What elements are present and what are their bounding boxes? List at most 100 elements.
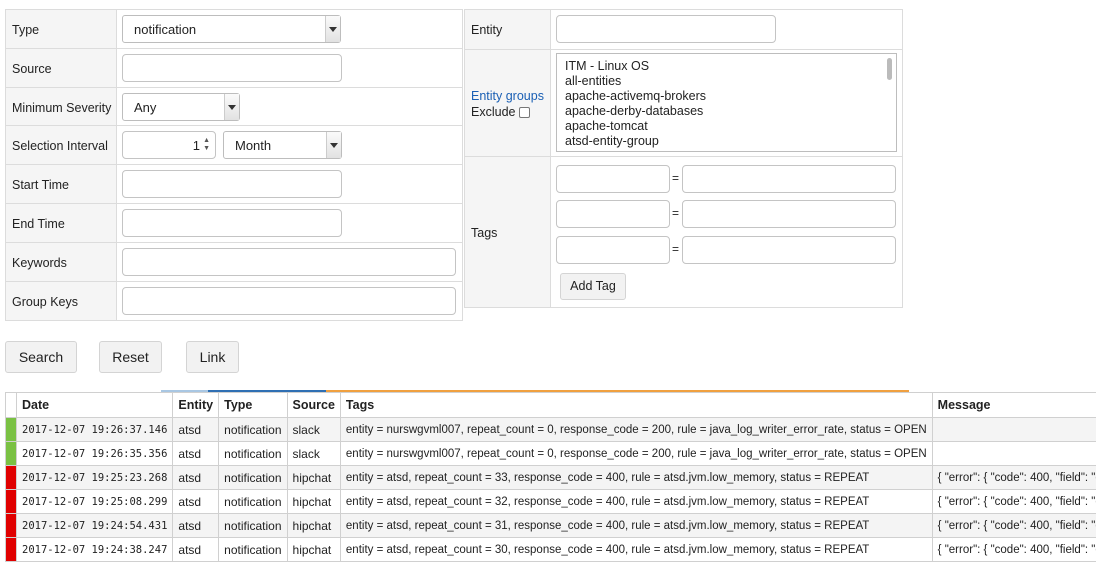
date-cell: 2017-12-07 19:25:08.299 <box>15 489 174 514</box>
table-row[interactable]: 2017-12-07 19:25:08.299 atsd notification h… <box>5 489 1096 514</box>
add-tag-button[interactable]: Add Tag <box>560 273 626 300</box>
table-row[interactable]: 2017-12-07 19:24:38.247 atsd notification h… <box>5 537 1096 562</box>
list-item[interactable]: atsd-entity-group <box>565 134 659 148</box>
column-header-message[interactable]: Message <box>931 392 1096 418</box>
link-button[interactable]: Link <box>186 341 239 373</box>
selection-interval-label-cell: Selection Interval <box>5 125 117 165</box>
column-header-type[interactable]: Type <box>218 392 288 418</box>
keywords-label-cell: Keywords <box>5 242 117 282</box>
tags-label: Tags <box>471 226 498 240</box>
type-cell: notification <box>218 537 288 562</box>
source-cell: hipchat <box>286 537 341 562</box>
keywords-input[interactable] <box>122 248 456 276</box>
list-item[interactable]: apache-derby-databases <box>565 104 703 118</box>
entity-cell: atsd <box>172 465 220 490</box>
entity-cell: atsd <box>172 417 220 442</box>
list-item[interactable]: apache-activemq-brokers <box>565 89 706 103</box>
reset-button[interactable]: Reset <box>99 341 162 373</box>
end-time-label-cell: End Time <box>5 203 117 243</box>
column-header-entity[interactable]: Entity <box>172 392 220 418</box>
group-keys-label: Group Keys <box>12 295 79 309</box>
source-cell: hipchat <box>286 465 341 490</box>
min-severity-value: Any <box>134 100 157 115</box>
status-indicator <box>5 537 17 562</box>
tag-name-input-3[interactable] <box>556 236 670 264</box>
selection-interval-label: Selection Interval <box>12 139 108 153</box>
source-label-cell: Source <box>5 48 117 88</box>
interval-unit-select[interactable]: Month <box>223 131 342 159</box>
entity-groups-link[interactable]: Entity groups <box>471 89 544 103</box>
group-keys-input[interactable] <box>122 287 456 315</box>
tag-value-input-2[interactable] <box>682 200 896 228</box>
results-table: Date Entity Type Source Tags Message 201… <box>5 392 1096 562</box>
table-row[interactable]: 2017-12-07 19:25:23.268 atsd notification h… <box>5 465 1096 490</box>
equals-sign: = <box>672 206 680 220</box>
chevron-down-icon <box>224 94 239 120</box>
tags-cell: entity = atsd, repeat_count = 31, respon… <box>339 513 933 538</box>
table-row[interactable]: 2017-12-07 19:26:37.146 atsd notification s… <box>5 417 1096 442</box>
status-indicator <box>5 513 17 538</box>
min-severity-label-cell: Minimum Severity <box>5 87 117 126</box>
entity-cell: atsd <box>172 489 220 514</box>
status-indicator <box>5 465 17 490</box>
message-cell <box>931 417 1096 442</box>
chevron-down-icon <box>326 132 341 158</box>
tags-cell: entity = atsd, repeat_count = 32, respon… <box>339 489 933 514</box>
entity-input[interactable] <box>556 15 776 43</box>
type-cell: notification <box>218 417 288 442</box>
column-header-date[interactable]: Date <box>15 392 174 418</box>
entity-cell: atsd <box>172 441 220 466</box>
group-keys-label-cell: Group Keys <box>5 281 117 321</box>
status-indicator <box>5 417 17 442</box>
type-cell: notification <box>218 441 288 466</box>
interval-unit-value: Month <box>235 138 272 153</box>
tags-cell: entity = nurswgvml007, repeat_count = 0,… <box>339 441 933 466</box>
equals-sign: = <box>672 171 680 185</box>
entity-cell: atsd <box>172 537 220 562</box>
type-select[interactable]: notification <box>122 15 341 43</box>
keywords-label: Keywords <box>12 256 67 270</box>
entity-label: Entity <box>471 23 503 37</box>
exclude-label: Exclude <box>471 105 516 119</box>
source-input[interactable] <box>122 54 342 82</box>
exclude-checkbox[interactable] <box>519 107 530 118</box>
end-time-input[interactable] <box>122 209 342 237</box>
type-cell: notification <box>218 489 288 514</box>
tags-cell: entity = nurswgvml007, repeat_count = 0,… <box>339 417 933 442</box>
scrollbar-thumb[interactable] <box>887 58 892 80</box>
start-time-input[interactable] <box>122 170 342 198</box>
tags-cell: entity = atsd, repeat_count = 33, respon… <box>339 465 933 490</box>
type-cell: notification <box>218 465 288 490</box>
status-indicator <box>5 489 17 514</box>
source-label: Source <box>12 62 52 76</box>
type-label-cell: Type <box>5 9 117 49</box>
message-cell: { "error": { "code": 400, "field": "colo… <box>931 537 1096 562</box>
tag-value-input-1[interactable] <box>682 165 896 193</box>
message-cell <box>931 441 1096 466</box>
list-item[interactable]: apache-tomcat <box>565 119 648 133</box>
list-item[interactable]: ITM - Linux OS <box>565 59 649 73</box>
stepper-arrows-icon[interactable]: ▲ ▼ <box>203 137 210 153</box>
tags-label-cell: Tags <box>464 156 551 308</box>
status-indicator <box>5 441 17 466</box>
tag-name-input-1[interactable] <box>556 165 670 193</box>
tag-value-input-3[interactable] <box>682 236 896 264</box>
list-item[interactable]: all-entities <box>565 74 621 88</box>
interval-count-input[interactable]: 1 ▲ ▼ <box>122 131 216 159</box>
table-row[interactable]: 2017-12-07 19:26:35.356 atsd notification s… <box>5 441 1096 466</box>
tag-name-input-2[interactable] <box>556 200 670 228</box>
search-button[interactable]: Search <box>5 341 77 373</box>
source-cell: hipchat <box>286 489 341 514</box>
min-severity-label: Minimum Severity <box>12 101 112 115</box>
entity-groups-listbox[interactable]: ITM - Linux OS all-entities apache-activ… <box>556 53 897 152</box>
table-row[interactable]: 2017-12-07 19:24:54.431 atsd notification h… <box>5 513 1096 538</box>
min-severity-select[interactable]: Any <box>122 93 240 121</box>
chevron-down-icon <box>325 16 340 42</box>
start-time-label: Start Time <box>12 178 69 192</box>
column-header-source[interactable]: Source <box>286 392 341 418</box>
column-header-tags[interactable]: Tags <box>339 392 933 418</box>
table-header-row: Date Entity Type Source Tags Message <box>5 392 1096 418</box>
date-cell: 2017-12-07 19:24:54.431 <box>15 513 174 538</box>
listbox-scrollbar[interactable] <box>885 55 895 150</box>
date-cell: 2017-12-07 19:26:35.356 <box>15 441 174 466</box>
